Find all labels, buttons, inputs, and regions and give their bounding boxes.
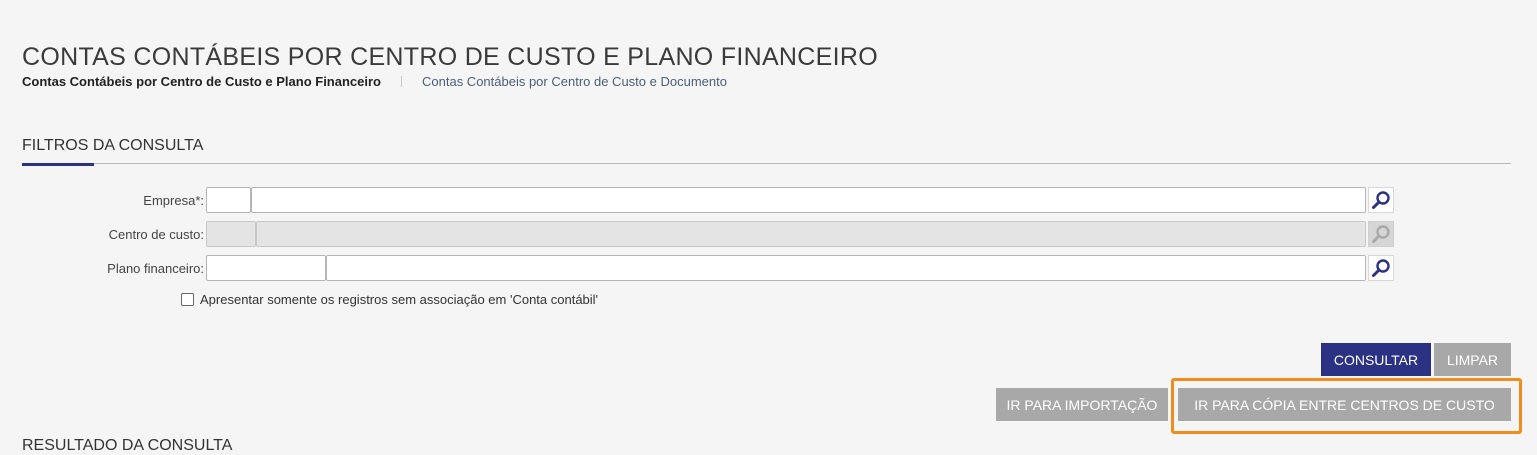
filters-section-title: FILTROS DA CONSULTA xyxy=(22,137,204,154)
empresa-code-input[interactable] xyxy=(206,187,251,213)
page-title: CONTAS CONTÁBEIS POR CENTRO DE CUSTO E P… xyxy=(22,42,878,71)
empresa-search-button[interactable] xyxy=(1368,187,1394,213)
plano-financeiro-search-button[interactable] xyxy=(1368,255,1394,281)
ir-para-importacao-button[interactable]: IR PARA IMPORTAÇÃO xyxy=(996,388,1168,421)
empresa-name-input[interactable] xyxy=(251,187,1366,213)
sem-associacao-label: Apresentar somente os registros sem asso… xyxy=(200,292,599,307)
plano-financeiro-label: Plano financeiro: xyxy=(107,261,204,276)
centro-custo-code-input xyxy=(206,221,256,247)
magnifier-icon xyxy=(1372,225,1390,243)
consultar-button[interactable]: CONSULTAR xyxy=(1321,343,1431,376)
magnifier-icon xyxy=(1372,191,1390,209)
breadcrumb-current: Contas Contábeis por Centro de Custo e P… xyxy=(22,74,381,89)
filters-divider xyxy=(22,163,1511,164)
highlight-box xyxy=(1171,378,1522,434)
breadcrumb: Contas Contábeis por Centro de Custo e P… xyxy=(22,74,727,89)
empresa-label: Empresa*: xyxy=(143,193,204,208)
breadcrumb-separator xyxy=(401,76,402,87)
sem-associacao-option: Apresentar somente os registros sem asso… xyxy=(181,292,598,307)
sem-associacao-checkbox[interactable] xyxy=(181,293,194,306)
plano-financeiro-name-input[interactable] xyxy=(326,255,1366,281)
breadcrumb-link-documento[interactable]: Contas Contábeis por Centro de Custo e D… xyxy=(422,74,727,89)
filters-divider-accent xyxy=(22,163,94,166)
centro-custo-label: Centro de custo: xyxy=(108,227,204,242)
limpar-button[interactable]: LIMPAR xyxy=(1434,343,1511,376)
results-section-title: RESULTADO DA CONSULTA xyxy=(22,437,233,454)
centro-custo-name-input xyxy=(256,221,1366,247)
plano-financeiro-code-input[interactable] xyxy=(206,255,326,281)
magnifier-icon xyxy=(1372,259,1390,277)
centro-custo-search-button xyxy=(1368,221,1394,247)
